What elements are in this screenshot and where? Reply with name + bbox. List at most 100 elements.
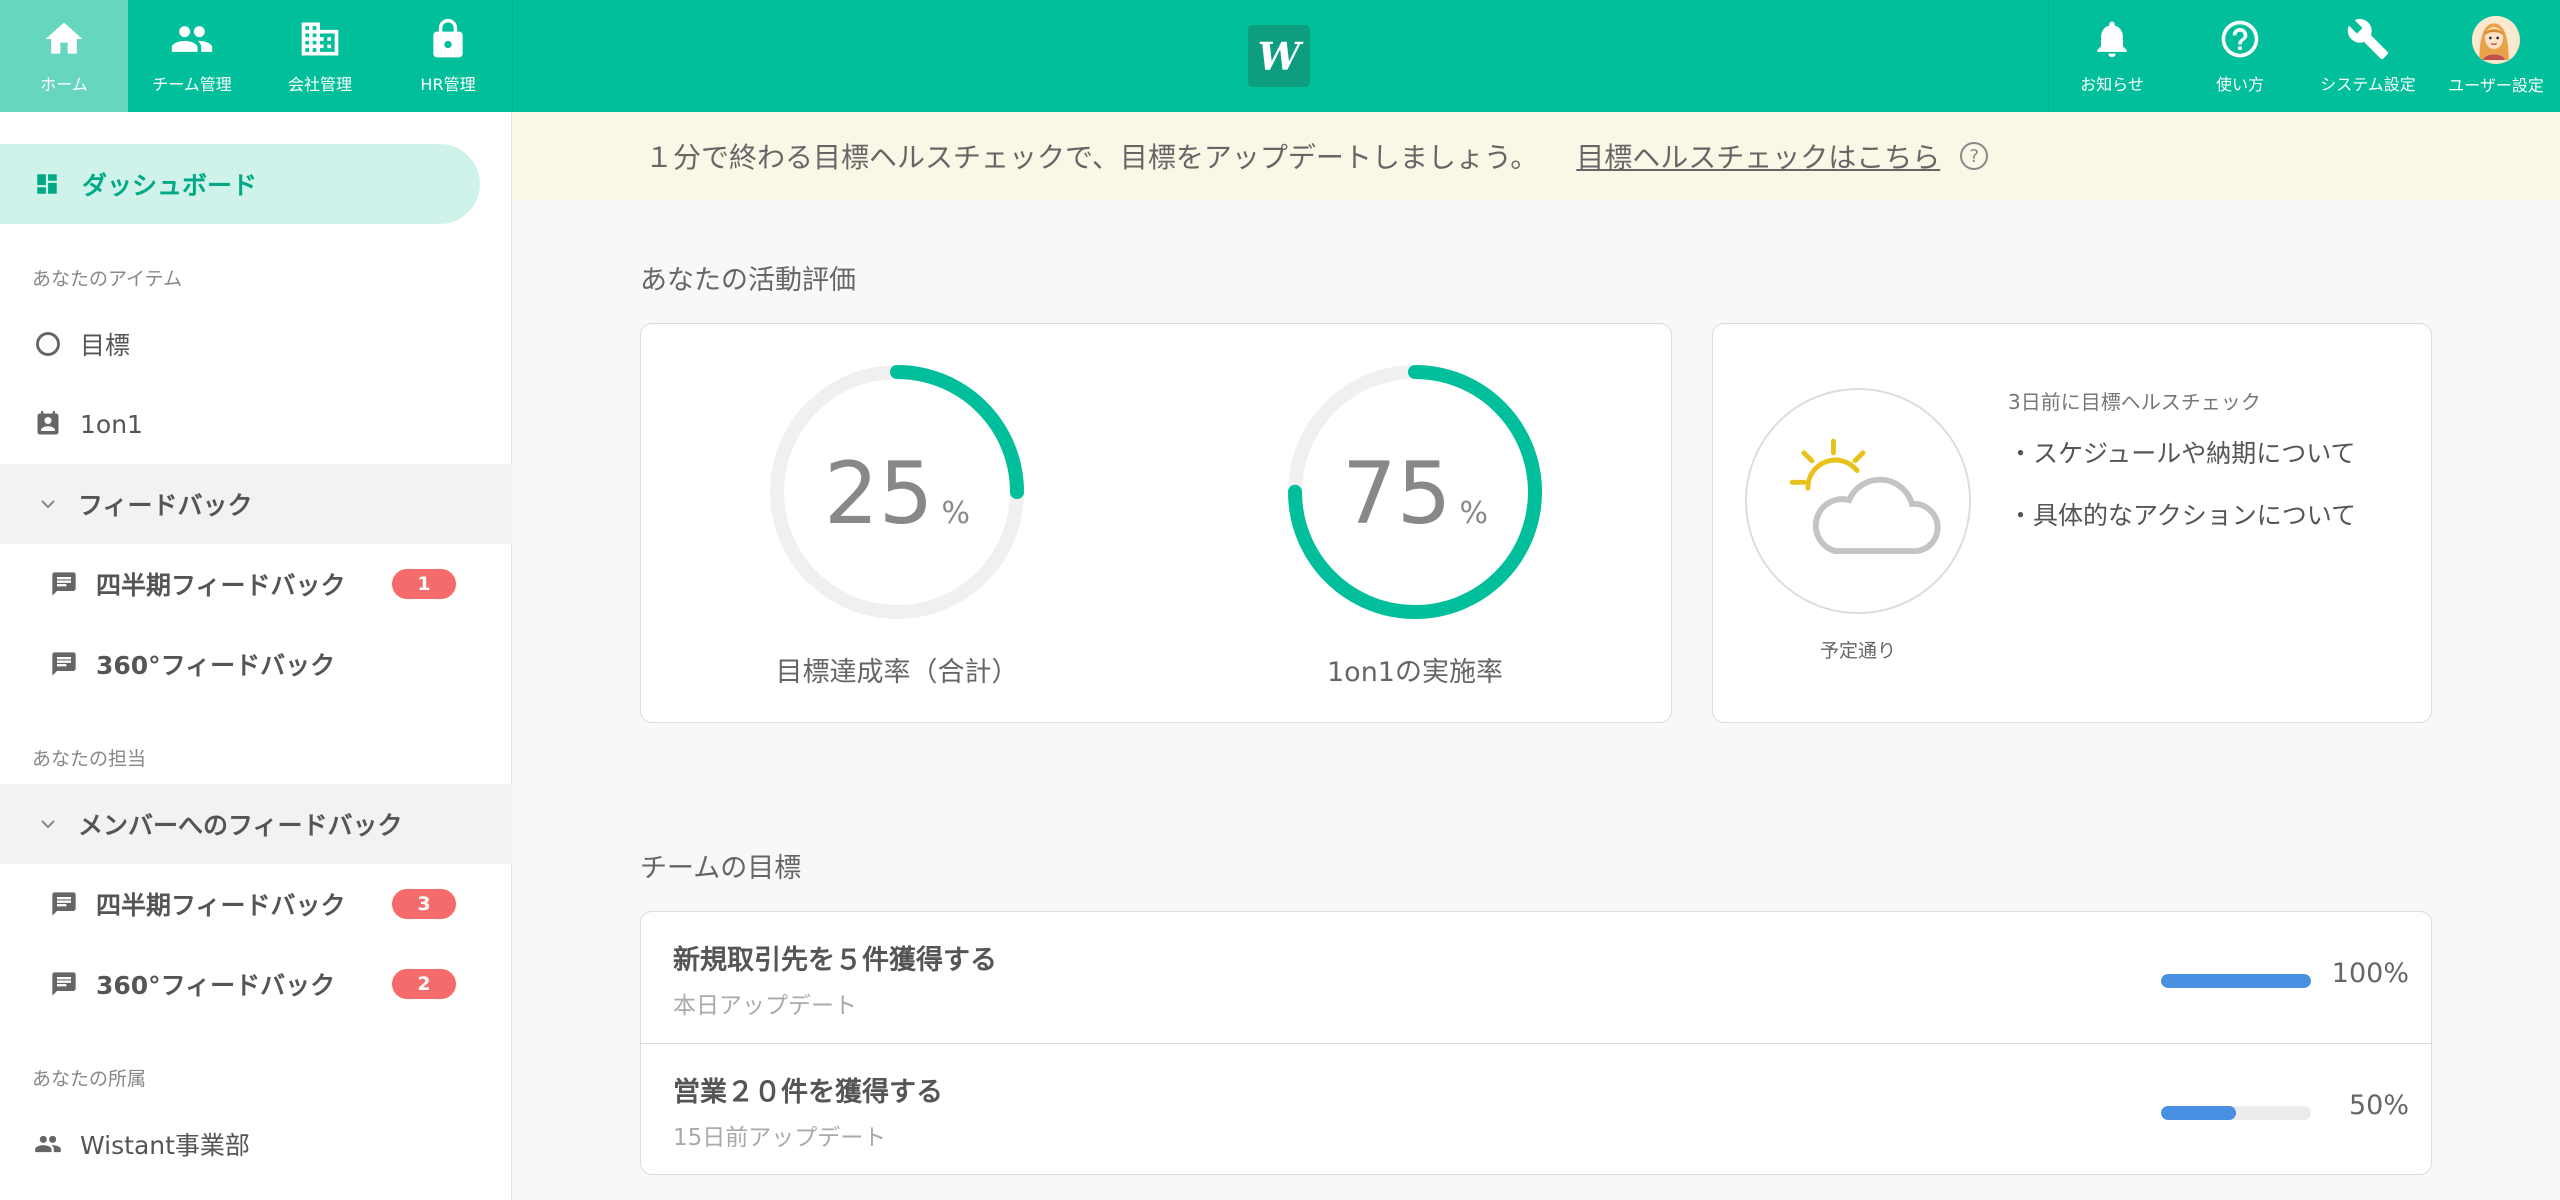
wrench-icon bbox=[2347, 19, 2389, 60]
building-icon bbox=[301, 22, 339, 56]
calendar-person-icon bbox=[37, 411, 59, 435]
sidebar-item-label: メンバーへのフィードバック bbox=[78, 811, 403, 840]
partly-cloudy-icon bbox=[1789, 438, 1941, 555]
one-on-one-rate-number: 75 bbox=[1342, 444, 1452, 544]
one-on-one-rate-value: 75% bbox=[1285, 444, 1545, 544]
sidebar-item-label: 四半期フィードバック bbox=[96, 571, 346, 600]
count-badge: 1 bbox=[392, 569, 456, 599]
comment-icon bbox=[52, 572, 76, 596]
section-header: あなたのアイテム bbox=[32, 268, 183, 290]
one-on-one-rate-unit: % bbox=[1459, 496, 1488, 531]
sidebar-item-member-quarter-feedback[interactable]: 四半期フィードバック 3 bbox=[0, 864, 512, 944]
top-nav-bar: ホーム チーム管理 会社管理 HR管理 W お知らせ 使い方 システム設定 ユー… bbox=[0, 0, 2560, 112]
health-status-label: 予定通り bbox=[1819, 640, 1896, 662]
sidebar-item-360-feedback[interactable]: 360°フィードバック bbox=[0, 624, 512, 704]
nav-home[interactable]: ホーム bbox=[0, 0, 128, 112]
sidebar-item-label: 1on1 bbox=[80, 409, 143, 439]
help-icon-glyph: ? bbox=[1969, 145, 1980, 167]
sidebar: ダッシュボード あなたのアイテム 目標 1on1 フィードバック 四半期フィード… bbox=[0, 112, 512, 1200]
weather-circle bbox=[1745, 388, 1971, 614]
goal-updated: 本日アップデート bbox=[673, 993, 857, 1019]
bell-icon bbox=[2097, 21, 2127, 58]
goal-rate-value: 25% bbox=[767, 444, 1027, 544]
logo-text: W bbox=[1257, 33, 1301, 79]
nav-notifications[interactable]: お知らせ bbox=[2048, 0, 2176, 112]
section-header: あなたの所属 bbox=[32, 1068, 147, 1090]
banner-text: １分で終わる目標ヘルスチェックで、目標をアップデートしましょう。 bbox=[645, 141, 1539, 174]
nav-help[interactable]: 使い方 bbox=[2176, 0, 2304, 112]
nav-user-settings-label: ユーザー設定 bbox=[2448, 76, 2544, 95]
nav-company-label: 会社管理 bbox=[287, 75, 352, 94]
team-goals-card: 新規取引先を５件獲得する 本日アップデート 100% 営業２０件を獲得する 15… bbox=[640, 911, 2432, 1175]
progress-bar-fill bbox=[2161, 1106, 2236, 1120]
goal-rate-label: 目標達成率（合計） bbox=[775, 657, 1019, 688]
goal-rate-number: 25 bbox=[824, 444, 934, 544]
goal-title: 営業２０件を獲得する bbox=[673, 1077, 943, 1108]
sidebar-item-1on1[interactable]: 1on1 bbox=[0, 384, 512, 464]
nav-system-settings[interactable]: システム設定 bbox=[2304, 0, 2432, 112]
user-avatar bbox=[2472, 16, 2520, 64]
nav-help-label: 使い方 bbox=[2215, 75, 2264, 94]
progress-bar bbox=[2161, 1106, 2311, 1120]
nav-team-label: チーム管理 bbox=[152, 75, 232, 94]
comment-icon bbox=[52, 652, 76, 676]
progress-bar bbox=[2161, 974, 2311, 988]
sidebar-item-quarter-feedback[interactable]: 四半期フィードバック 1 bbox=[0, 544, 512, 624]
team-goals-title: チームの目標 bbox=[640, 853, 802, 884]
sidebar-item-department[interactable]: Wistant事業部 bbox=[0, 1104, 512, 1184]
health-check-date: 3日前に目標ヘルスチェック bbox=[2008, 390, 2261, 414]
sidebar-item-label: 360°フィードバック bbox=[96, 971, 336, 1000]
app-logo[interactable]: W bbox=[1248, 25, 1310, 87]
health-check-link[interactable]: 目標ヘルスチェックはこちら bbox=[1576, 136, 1940, 176]
help-icon[interactable]: ? bbox=[1960, 142, 1989, 170]
sidebar-item-label: 目標 bbox=[80, 331, 131, 360]
sidebar-item-label: 四半期フィードバック bbox=[96, 891, 346, 920]
chevron-down-icon bbox=[41, 820, 55, 829]
health-check-item: ・スケジュールや納期について bbox=[2008, 439, 2356, 468]
section-header: あなたの担当 bbox=[32, 748, 147, 770]
sidebar-item-goal[interactable]: 目標 bbox=[0, 304, 512, 384]
sidebar-item-label: フィードバック bbox=[78, 491, 253, 520]
sidebar-group-member-feedback[interactable]: メンバーへのフィードバック bbox=[0, 784, 512, 864]
sidebar-group-feedback[interactable]: フィードバック bbox=[0, 464, 512, 544]
goal-rate-unit: % bbox=[941, 496, 970, 531]
goal-title: 新規取引先を５件獲得する bbox=[673, 945, 997, 976]
sidebar-item-member-360-feedback[interactable]: 360°フィードバック 2 bbox=[0, 944, 512, 1024]
count-badge: 3 bbox=[392, 889, 456, 919]
nav-user-settings[interactable]: ユーザー設定 bbox=[2432, 0, 2560, 112]
sidebar-item-label: 360°フィードバック bbox=[96, 651, 336, 680]
nav-divider bbox=[512, 0, 513, 112]
health-check-item: ・具体的なアクションについて bbox=[2008, 501, 2357, 530]
sidebar-item-label: ダッシュボード bbox=[82, 171, 258, 200]
nav-company[interactable]: 会社管理 bbox=[256, 0, 384, 112]
one-on-one-rate-label: 1on1の実施率 bbox=[1327, 657, 1503, 688]
count-badge: 2 bbox=[392, 969, 456, 999]
nav-hr-label: HR管理 bbox=[420, 75, 476, 94]
progress-bar-fill bbox=[2161, 974, 2311, 988]
nav-team[interactable]: チーム管理 bbox=[128, 0, 256, 112]
nav-notifications-label: お知らせ bbox=[2080, 75, 2144, 94]
help-circle-icon bbox=[2221, 20, 2259, 58]
progress-percent: 50% bbox=[2348, 1090, 2409, 1121]
table-row[interactable]: 営業２０件を獲得する 15日前アップデート 50% bbox=[641, 1044, 2431, 1174]
nav-hr[interactable]: HR管理 bbox=[384, 0, 512, 112]
sidebar-item-label: Wistant事業部 bbox=[80, 1131, 250, 1160]
chevron-down-icon bbox=[41, 500, 55, 509]
table-row[interactable]: 新規取引先を５件獲得する 本日アップデート 100% bbox=[641, 912, 2431, 1042]
activity-card: 25% 目標達成率（合計） 75% 1on1の実施率 bbox=[640, 323, 1672, 723]
team-icon bbox=[35, 1135, 61, 1153]
nav-system-settings-label: システム設定 bbox=[2320, 75, 2416, 94]
home-icon bbox=[45, 22, 83, 54]
comment-icon bbox=[52, 892, 76, 916]
team-icon bbox=[171, 26, 213, 52]
activity-section-title: あなたの活動評価 bbox=[640, 265, 856, 296]
lock-icon bbox=[433, 18, 463, 58]
progress-percent: 100% bbox=[2331, 958, 2409, 989]
sidebar-item-dashboard[interactable]: ダッシュボード bbox=[0, 144, 480, 224]
nav-home-label: ホーム bbox=[40, 75, 88, 94]
health-check-banner: １分で終わる目標ヘルスチェックで、目標をアップデートしましょう。 目標ヘルスチェ… bbox=[513, 112, 2560, 200]
comment-icon bbox=[52, 972, 76, 996]
goal-updated: 15日前アップデート bbox=[673, 1125, 887, 1151]
circle-icon bbox=[36, 332, 60, 356]
dashboard-icon bbox=[37, 174, 57, 194]
